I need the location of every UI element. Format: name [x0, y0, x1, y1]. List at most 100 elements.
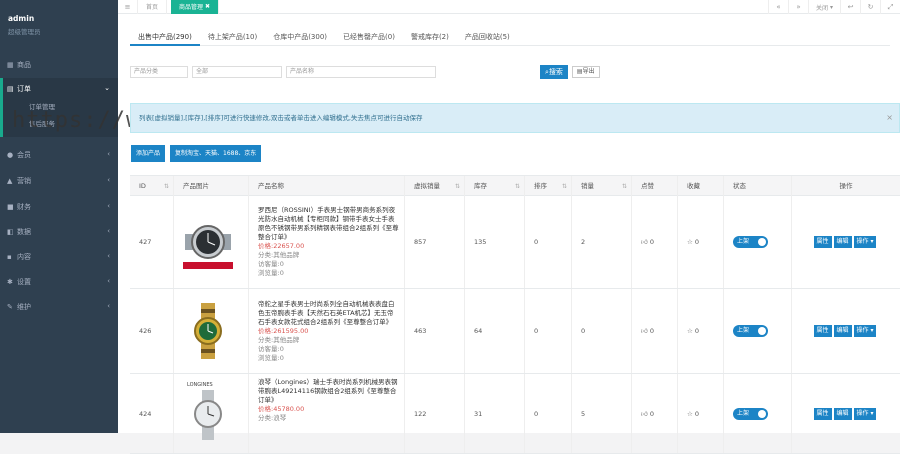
sort-icon: ⇅	[621, 183, 627, 190]
svg-text:LONGINES: LONGINES	[187, 382, 213, 388]
col-virtual-sales[interactable]: 虚拟销量 ⇅	[405, 176, 465, 197]
status-toggle[interactable]: 上架	[733, 325, 768, 337]
menu-toggle-icon[interactable]: ≡	[118, 0, 138, 14]
cell-virtual-sales[interactable]: 122	[405, 374, 465, 453]
cell-id: 426	[130, 289, 174, 373]
refresh-icon[interactable]: ↻	[860, 0, 880, 14]
sidebar-item-orders[interactable]: ▤ 订单 ⌄	[0, 78, 118, 100]
category-select[interactable]: 产品分类	[130, 66, 188, 78]
cell-sales: 5	[572, 374, 632, 453]
cell-stock[interactable]: 64	[465, 289, 525, 373]
attr-button[interactable]: 属性	[813, 236, 832, 248]
cell-sort[interactable]: 0	[525, 289, 572, 373]
col-stock[interactable]: 库存 ⇅	[465, 176, 525, 197]
close-icon[interactable]: ×	[886, 104, 893, 132]
cell-status: 上架	[724, 374, 792, 453]
col-sales[interactable]: 销量 ⇅	[572, 176, 632, 197]
cell-stock[interactable]: 135	[465, 196, 525, 288]
product-price: 价格:45780.00	[258, 405, 305, 413]
profile[interactable]: admin 超级管理员	[0, 0, 118, 48]
sidebar-item-finance[interactable]: ■ 财务 ‹	[0, 196, 118, 218]
edit-button[interactable]: 编辑	[833, 407, 852, 420]
status-toggle[interactable]: 上架	[733, 236, 768, 248]
cell-sort[interactable]: 0	[525, 196, 572, 288]
profile-role: 超级管理员	[8, 28, 41, 36]
col-status: 状态	[724, 176, 792, 197]
sidebar-item-settings[interactable]: ✱ 设置 ‹	[0, 271, 118, 293]
user-icon: ●	[7, 151, 14, 159]
product-views: 浏览量:0	[258, 269, 284, 277]
tab-goods-manage[interactable]: 商品管理 ✖	[171, 0, 219, 14]
copy-product-button[interactable]: 复制淘宝、天猫、1688、京东	[170, 145, 262, 162]
product-table: ID ⇅ 产品图片 产品名称 虚拟销量 ⇅ 库存 ⇅ 排序 ⇅ 销量 ⇅ 点赞 收藏 状态…	[130, 175, 900, 454]
cell-sort[interactable]: 0	[525, 374, 572, 453]
edit-button[interactable]: 编辑	[833, 325, 852, 337]
chevron-left-icon: ‹	[107, 302, 110, 310]
more-actions-button[interactable]: 操作 ▾	[853, 407, 877, 420]
status-toggle[interactable]: 上架	[733, 407, 768, 420]
add-product-button[interactable]: 添加产品	[131, 145, 166, 162]
export-button[interactable]: ▤导出	[571, 66, 600, 78]
cell-virtual-sales[interactable]: 463	[405, 289, 465, 373]
star-icon: ☆	[687, 238, 693, 246]
name-search-input[interactable]: 产品名称	[286, 66, 436, 78]
chevron-left-icon: ‹	[107, 277, 110, 285]
cell-stock[interactable]: 31	[465, 374, 525, 453]
sidebar-item-maintain[interactable]: ✎ 维护 ‹	[0, 296, 118, 318]
product-name[interactable]: 帝舵之星手表男士时尚系列全自动机械表表盘白色玉帝腕表手表【天然石石英ETA机芯】…	[258, 300, 400, 327]
search-button[interactable]: ⌕搜索	[540, 65, 568, 79]
star-icon: ☆	[687, 327, 693, 335]
cell-collects: ☆ 0	[678, 196, 724, 288]
tab-warning-stock[interactable]: 警戒库存(2)	[403, 28, 457, 46]
prev-tab-icon[interactable]: «	[768, 0, 788, 14]
product-name[interactable]: 罗西尼（ROSSINI）手表男士钢带男商务系列夜光防水自动机械【专柜同款】钢带手…	[258, 206, 400, 242]
col-likes: 点赞	[632, 176, 678, 197]
cell-status: 上架	[724, 289, 792, 373]
tab-home[interactable]: 首页	[138, 0, 168, 14]
fullscreen-icon[interactable]: ⤢	[880, 0, 900, 14]
tab-recycle[interactable]: 产品回收站(5)	[457, 28, 518, 46]
product-image	[194, 303, 222, 359]
col-id[interactable]: ID ⇅	[130, 176, 174, 197]
sidebar-item-marketing[interactable]: ▲ 营销 ‹	[0, 170, 118, 192]
attr-button[interactable]: 属性	[813, 325, 832, 337]
table-row: 424 LONGINES 浪琴（Longines）瑞士手表时尚系列机械男表钢带腕…	[130, 374, 900, 454]
edit-button[interactable]: 编辑	[833, 236, 852, 248]
sort-icon: ⇅	[514, 183, 520, 190]
table-row: 427 罗西尼（ROSSINI）手表男士钢带男商务系列夜光防水自动机械【专柜同款…	[130, 196, 900, 289]
tab-sold-out[interactable]: 已经售罄产品(0)	[335, 28, 403, 46]
tab-warehouse[interactable]: 仓库中产品(300)	[265, 28, 335, 46]
tab-pending[interactable]: 待上架产品(10)	[200, 28, 265, 46]
col-sort[interactable]: 排序 ⇅	[525, 176, 572, 197]
chevron-left-icon: ‹	[107, 202, 110, 210]
product-views: 浏览量:0	[258, 353, 284, 362]
back-icon[interactable]: ↩	[840, 0, 860, 14]
main-content: 出售中产品(290) 待上架产品(10) 仓库中产品(300) 已经售罄产品(0…	[12, 14, 900, 454]
sidebar-item-content[interactable]: ▪ 内容 ‹	[0, 246, 118, 268]
table-header: ID ⇅ 产品图片 产品名称 虚拟销量 ⇅ 库存 ⇅ 排序 ⇅ 销量 ⇅ 点赞 收藏 状态…	[130, 175, 900, 197]
cart-icon: ▤	[7, 85, 14, 93]
cell-likes: 👍︎ 0	[632, 374, 678, 453]
close-icon[interactable]: ✖	[205, 3, 210, 10]
more-actions-button[interactable]: 操作 ▾	[853, 236, 877, 248]
scope-select[interactable]: 全部	[192, 66, 282, 78]
flag-icon: ▲	[7, 177, 13, 185]
attr-button[interactable]: 属性	[813, 407, 832, 420]
info-alert: 列表[虚拟销量],[库存],[排序]可进行快速修改,双击或者单击进入编辑模式,失…	[130, 103, 900, 133]
product-name[interactable]: 浪琴（Longines）瑞士手表时尚系列机械男表钢带腕表L49214116钢款组…	[258, 378, 400, 405]
sidebar-item-goods[interactable]: ▦ 商品	[0, 54, 118, 76]
next-tab-icon[interactable]: »	[788, 0, 808, 14]
close-menu-button[interactable]: 关闭 ▾	[808, 0, 840, 14]
grid-icon: ▦	[7, 61, 14, 69]
cell-sales: 0	[572, 289, 632, 373]
table-row: 426 帝舵之星手表男士时尚系列全自动机械表表盘白色玉帝腕表手表【天然石石英ET…	[130, 289, 900, 374]
sidebar-item-members[interactable]: ● 会员 ‹	[0, 144, 118, 166]
thumb-up-icon: 👍︎	[641, 327, 648, 335]
tab-on-sale[interactable]: 出售中产品(290)	[130, 28, 200, 46]
sidebar-item-data[interactable]: ◧ 数据 ‹	[0, 221, 118, 243]
cell-virtual-sales[interactable]: 857	[405, 196, 465, 288]
doc-icon: ▪	[7, 253, 12, 261]
cell-collects: ☆ 0	[678, 374, 724, 453]
more-actions-button[interactable]: 操作 ▾	[853, 325, 877, 337]
product-category: 分类:其他品牌	[258, 251, 300, 259]
